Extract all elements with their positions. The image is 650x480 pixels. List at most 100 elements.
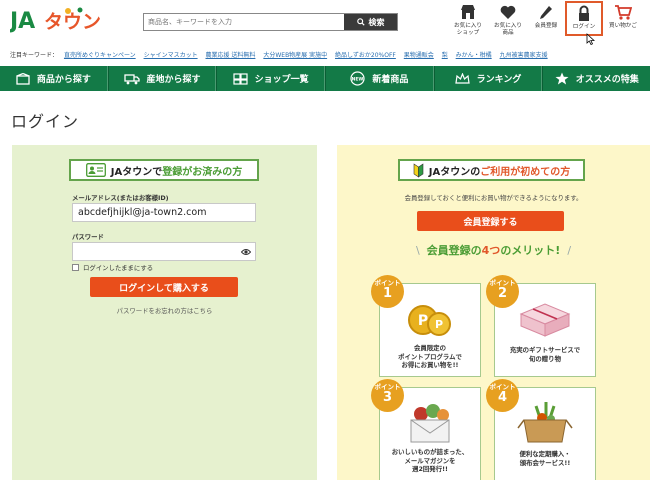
merit-suffix: のメリット!	[500, 244, 561, 257]
nav-item-products[interactable]: 商品から探す	[0, 66, 108, 91]
merit-card-2: ポイント 2 充実のギフトサービスで 旬の贈り物	[486, 275, 596, 377]
register-heading-prefix: JAタウンの	[428, 166, 481, 178]
point-text: 会員限定の	[414, 344, 446, 352]
nav-label: 産地から探す	[146, 75, 201, 85]
svg-text:タウン: タウン	[44, 11, 101, 33]
checkbox-box[interactable]	[72, 264, 79, 271]
keyword-bar: 注目キーワード： 直売所めぐりキャンペーン シャインマスカット 農業応援 送料無…	[10, 50, 650, 59]
main-nav: 商品から探す 産地から探す ショップ一覧 NEW 新着商品 ランキング オススメ…	[0, 66, 650, 91]
login-heading: JAタウンで登録がお済みの方	[69, 159, 259, 181]
truck-icon	[123, 73, 140, 84]
search-input[interactable]	[144, 14, 344, 30]
coins-icon: PP	[380, 296, 480, 340]
email-label: メールアドレス(またはお客様ID)	[72, 194, 169, 202]
register-description: 会員登録しておくと便利にお買い物ができるようになります。	[404, 194, 583, 202]
keyword-link[interactable]: みかん・柑橘	[456, 52, 492, 59]
login-heading-prefix: JAタウンで	[110, 166, 163, 178]
new-icon: NEW	[350, 71, 365, 86]
email-field[interactable]: abcdefjhijkl@ja-town2.com	[72, 203, 256, 222]
login-submit-button[interactable]: ログインして購入する	[90, 277, 238, 297]
password-field[interactable]	[72, 242, 256, 261]
point-text: ポイントプログラムで	[398, 352, 462, 361]
crown-icon	[454, 72, 470, 84]
login-link[interactable]: ログイン	[565, 1, 603, 36]
lock-icon	[579, 5, 589, 21]
id-card-icon	[85, 163, 106, 177]
mail-vegetables-icon	[380, 400, 480, 444]
shop-icon	[233, 72, 248, 85]
login-heading-highlight: 登録がお済みの方	[162, 166, 243, 178]
shop-icon	[461, 5, 475, 19]
point-text: 旬の贈り物	[529, 354, 561, 363]
point-text: 充実のギフトサービスで	[509, 346, 581, 354]
merit-highlight: 4つ	[481, 244, 501, 257]
merit-title-text: 会員登録の	[426, 244, 482, 257]
svg-text:NEW: NEW	[352, 77, 364, 83]
eye-icon[interactable]	[241, 248, 251, 256]
cart-link[interactable]: 買い物かご	[604, 4, 642, 30]
register-label: 会員登録	[534, 23, 558, 29]
nav-label: 新着商品	[372, 75, 409, 85]
keyword-link[interactable]: 大分WEB物産展 実施中	[263, 52, 327, 59]
favorite-product-label-2: 商品	[502, 30, 514, 36]
password-label: パスワード	[72, 233, 104, 241]
point-text: 週2回発行!!	[412, 465, 448, 473]
point-text: メールマガジンを	[404, 456, 456, 465]
keyword-link[interactable]: 絶品しずおか20%OFF	[335, 52, 396, 59]
keyword-link[interactable]: シャインマスカット	[144, 52, 198, 59]
vegetable-box-icon	[495, 400, 595, 444]
nav-item-origin[interactable]: 産地から探す	[107, 66, 217, 91]
svg-text:JA: JA	[10, 9, 35, 34]
merit-card-4: ポイント 4 便利な定期購入・ 頒布会サービス!!	[486, 379, 596, 480]
search-button-label: 検索	[368, 17, 385, 27]
merit-slash-right: /	[567, 244, 572, 257]
favorite-product-link[interactable]: お気に入り 商品	[489, 4, 527, 37]
keyword-link[interactable]: 農業応援 送料無料	[206, 52, 256, 59]
keyword-link[interactable]: 果物通販会	[404, 52, 434, 59]
favorite-shop-label-1: お気に入り	[454, 23, 482, 29]
nav-label: オススメの特集	[575, 75, 639, 85]
nav-item-new[interactable]: NEW 新着商品	[325, 66, 434, 91]
register-panel: JAタウンのご利用が初めての方 会員登録しておくと便利にお買い物ができるようにな…	[337, 145, 650, 480]
register-link[interactable]: 会員登録	[527, 4, 565, 30]
beginner-mark-icon	[413, 162, 424, 178]
heart-icon	[500, 5, 516, 19]
nav-item-feature[interactable]: オススメの特集	[542, 66, 650, 91]
remember-me-checkbox[interactable]: ログインしたままにする	[72, 263, 153, 272]
cart-label: 買い物かご	[609, 23, 637, 29]
mouse-cursor-icon	[586, 33, 595, 45]
search-bar: 検索	[143, 13, 398, 31]
point-text: お得にお買い物を!!	[401, 361, 459, 369]
login-label: ログイン	[572, 24, 596, 30]
search-icon	[356, 18, 365, 26]
register-heading-highlight: ご利用が初めての方	[480, 166, 571, 178]
remember-me-label: ログインしたままにする	[83, 264, 154, 272]
pencil-icon	[540, 6, 552, 19]
nav-item-shops[interactable]: ショップ一覧	[216, 66, 326, 91]
forgot-password-link[interactable]: パスワードをお忘れの方はこちら	[12, 306, 317, 315]
register-heading: JAタウンのご利用が初めての方	[398, 159, 585, 181]
page-title: ログイン	[11, 112, 80, 131]
keyword-link[interactable]: 九州被害農家支援	[500, 52, 548, 59]
login-panel: JAタウンで登録がお済みの方 メールアドレス(またはお客様ID) abcdefj…	[12, 145, 317, 480]
keyword-link[interactable]: 梨	[442, 52, 448, 59]
nav-label: ショップ一覧	[254, 75, 309, 85]
merit-card-1: ポイント 1 PP 会員限定の ポイントプログラムで お得にお買い物を!!	[371, 275, 481, 377]
keyword-link[interactable]: 直売所めぐりキャンペーン	[64, 52, 136, 59]
nav-label: 商品から探す	[36, 75, 91, 85]
point-text: 便利な定期購入・	[519, 450, 571, 458]
favorite-shop-label-2: ショップ	[456, 30, 480, 36]
ja-town-logo[interactable]: JA タウン	[8, 6, 105, 34]
svg-text:P: P	[418, 313, 428, 329]
point-text: おいしいものが詰まった、	[391, 448, 469, 456]
merit-slash-left: \	[415, 244, 420, 257]
register-button[interactable]: 会員登録する	[417, 211, 564, 231]
favorite-product-label-1: お気に入り	[494, 23, 522, 29]
site-header: JA タウン 検索 お気に入り ショップ お気に入り 商品 会員登録 ログイン …	[0, 0, 650, 44]
nav-item-ranking[interactable]: ランキング	[433, 66, 543, 91]
search-button[interactable]: 検索	[344, 14, 397, 30]
favorite-shop-link[interactable]: お気に入り ショップ	[449, 4, 487, 37]
nav-label: ランキング	[476, 75, 522, 85]
merit-card-3: ポイント 3 おいしいものが詰まった、 メールマガジンを 週2回発行!!	[371, 379, 481, 480]
svg-text:P: P	[435, 318, 443, 331]
